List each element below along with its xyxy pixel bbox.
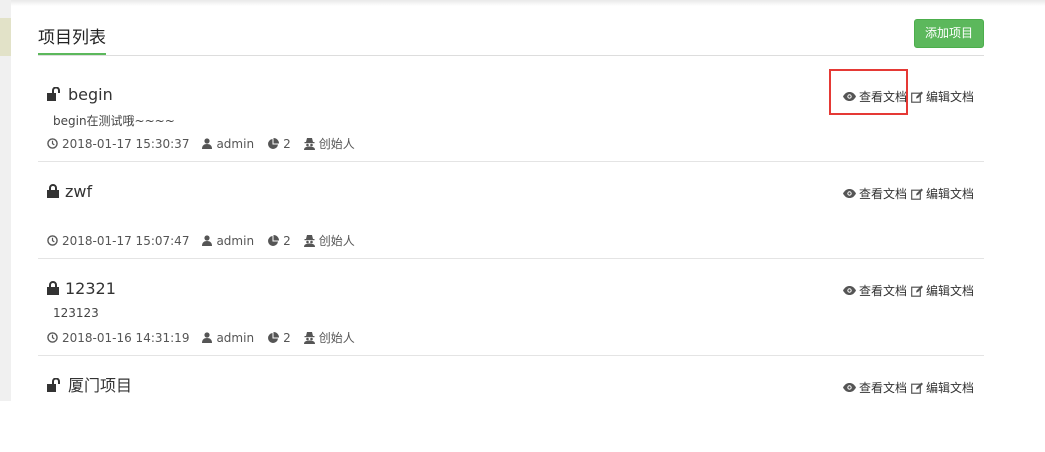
add-project-button[interactable]: 添加项目: [914, 19, 984, 48]
top-shadow: [11, 0, 1045, 6]
edit-docs-label[interactable]: 编辑文档: [926, 282, 974, 299]
edit-docs-label[interactable]: 编辑文档: [926, 88, 974, 105]
project-datetime: 2018-01-17 15:07:47: [62, 233, 190, 248]
user-secret-icon: [303, 234, 315, 247]
project-meta: 2018-01-17 15:07:47 admin 2 创始人: [47, 232, 368, 249]
left-sidebar-active-marker: [0, 18, 11, 56]
edit-docs-label[interactable]: 编辑文档: [926, 379, 974, 396]
unlock-icon: [47, 86, 62, 106]
project-meta: 2018-01-16 14:31:19 admin 2 创始人: [47, 329, 368, 346]
clock-icon: [47, 138, 58, 149]
project-name[interactable]: zwf: [65, 182, 92, 201]
project-description: begin在测试哦~~~~: [53, 114, 175, 128]
project-doc-count: 2: [283, 330, 291, 345]
eye-icon: [842, 189, 856, 198]
project-title[interactable]: zwf: [47, 182, 92, 203]
project-actions: 查看文档 编辑文档: [842, 282, 974, 299]
user-icon: [202, 332, 213, 343]
view-docs-link[interactable]: 查看文档: [842, 282, 907, 299]
user-icon: [202, 235, 213, 246]
project-role: 创始人: [318, 137, 355, 151]
unlock-icon: [47, 377, 62, 397]
clock-icon: [47, 235, 58, 246]
view-docs-link[interactable]: 查看文档: [842, 379, 907, 396]
edit-icon: [911, 382, 923, 394]
pie-chart-icon: [268, 137, 280, 149]
pie-chart-icon: [268, 331, 280, 343]
project-title[interactable]: begin: [47, 85, 113, 106]
edit-icon: [911, 91, 923, 103]
project-item: 厦门项目 查看文档 编辑文档: [38, 356, 984, 452]
edit-icon: [911, 285, 923, 297]
project-title[interactable]: 厦门项目: [47, 376, 132, 397]
project-item: zwf 2018-01-17 15:07:47 admin 2 创始人 查看文档…: [38, 162, 984, 259]
edit-docs-link[interactable]: 编辑文档: [911, 185, 974, 202]
project-meta: 2018-01-17 15:30:37 admin 2 创始人: [47, 135, 368, 152]
edit-icon: [911, 188, 923, 200]
clock-icon: [47, 332, 58, 343]
project-actions: 查看文档 编辑文档: [842, 185, 974, 202]
eye-icon: [842, 383, 856, 392]
project-datetime: 2018-01-17 15:30:37: [62, 136, 190, 151]
project-item: 12321 123123 2018-01-16 14:31:19 admin 2…: [38, 259, 984, 356]
project-author: admin: [216, 233, 255, 248]
project-role: 创始人: [318, 234, 355, 248]
project-role: 创始人: [318, 331, 355, 345]
edit-docs-link[interactable]: 编辑文档: [911, 282, 974, 299]
project-name[interactable]: 厦门项目: [68, 376, 132, 395]
user-secret-icon: [303, 137, 315, 150]
user-icon: [202, 138, 213, 149]
edit-docs-link[interactable]: 编辑文档: [911, 88, 974, 105]
view-docs-link[interactable]: 查看文档: [842, 185, 907, 202]
project-author: admin: [216, 136, 255, 151]
project-doc-count: 2: [283, 233, 291, 248]
project-doc-count: 2: [283, 136, 291, 151]
lock-icon: [47, 183, 59, 203]
project-list-header: 项目列表 添加项目: [38, 19, 984, 56]
project-author: admin: [216, 330, 255, 345]
page-title: 项目列表: [38, 26, 106, 55]
edit-docs-label[interactable]: 编辑文档: [926, 185, 974, 202]
pie-chart-icon: [268, 234, 280, 246]
view-docs-label[interactable]: 查看文档: [859, 379, 907, 396]
project-description: 123123: [53, 306, 99, 320]
view-docs-highlight-box: [829, 69, 908, 115]
project-name[interactable]: 12321: [65, 279, 116, 298]
left-sidebar-strip: [0, 0, 11, 401]
eye-icon: [842, 286, 856, 295]
lock-icon: [47, 280, 59, 300]
view-docs-label[interactable]: 查看文档: [859, 282, 907, 299]
project-title[interactable]: 12321: [47, 279, 116, 300]
project-actions: 查看文档 编辑文档: [842, 379, 974, 396]
view-docs-label[interactable]: 查看文档: [859, 185, 907, 202]
project-datetime: 2018-01-16 14:31:19: [62, 330, 190, 345]
edit-docs-link[interactable]: 编辑文档: [911, 379, 974, 396]
user-secret-icon: [303, 331, 315, 344]
project-name[interactable]: begin: [68, 85, 113, 104]
